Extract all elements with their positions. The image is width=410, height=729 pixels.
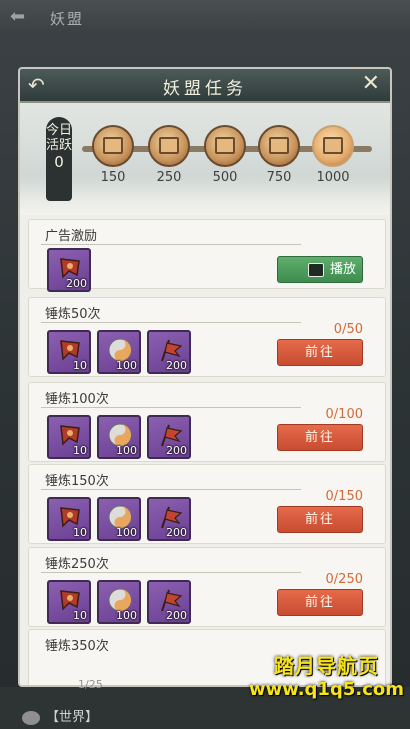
reward-qty: 100	[116, 444, 137, 457]
reward-qty: 200	[166, 444, 187, 457]
task-card: 锤炼50次 0/50 10 100 200 前往	[28, 297, 386, 377]
milestone-label: 250	[156, 170, 182, 185]
milestone-label: 1000	[316, 170, 350, 185]
task-name: 锤炼50次	[45, 307, 101, 322]
dialog-header: ↶ 妖盟任务 ✕	[20, 69, 390, 103]
task-name: 广告激励	[45, 229, 98, 244]
play-button-label: 播放	[330, 262, 357, 277]
reward-qty: 100	[116, 526, 137, 539]
reward-qty: 200	[166, 359, 187, 372]
reward-qty: 10	[73, 526, 87, 539]
reward-item[interactable]: 200	[147, 415, 191, 459]
go-button[interactable]: 前往	[277, 589, 363, 616]
reward-item[interactable]: 200	[147, 330, 191, 374]
go-button[interactable]: 前往	[277, 339, 363, 366]
task-name: 锤炼250次	[45, 557, 109, 572]
go-button[interactable]: 前往	[277, 424, 363, 451]
task-card: 锤炼150次 0/150 10 100 200 前往	[28, 464, 386, 544]
task-name: 锤炼150次	[45, 474, 109, 489]
reward-chest-icon[interactable]	[92, 125, 134, 167]
play-ad-button[interactable]: 播放	[277, 256, 363, 283]
top-bar: ⬅ 妖盟	[0, 0, 410, 34]
activity-label-2: 活跃	[46, 138, 73, 153]
reward-qty: 100	[116, 609, 137, 622]
back-arrow-icon[interactable]: ⬅	[10, 6, 32, 28]
task-card: 锤炼100次 0/100 10 100 200 前往	[28, 382, 386, 462]
reward-item[interactable]: 10	[47, 415, 91, 459]
top-bar-title: 妖盟	[50, 10, 85, 28]
reward-item[interactable]: 100	[97, 580, 141, 624]
reward-item[interactable]: 200	[147, 497, 191, 541]
video-icon	[308, 263, 324, 277]
reward-qty: 100	[116, 359, 137, 372]
chat-bar[interactable]: 【世界】	[22, 706, 98, 725]
milestone-label: 500	[212, 170, 238, 185]
reward-qty: 10	[73, 609, 87, 622]
activity-panel: 今日 活跃 0 150 250 500 750 1000	[20, 103, 390, 215]
reward-item[interactable]: 10	[47, 497, 91, 541]
divider	[41, 244, 301, 245]
task-progress: 0/250	[325, 572, 363, 587]
task-progress: 0/100	[325, 407, 363, 422]
task-name: 锤炼350次	[45, 639, 109, 654]
page-indicator: 1/25	[78, 678, 103, 691]
task-progress: 0/150	[325, 489, 363, 504]
reward-chest-icon[interactable]	[148, 125, 190, 167]
reward-chest-icon[interactable]	[204, 125, 246, 167]
reward-qty: 10	[73, 444, 87, 457]
watermark-line-1: 踏月导航页	[273, 654, 379, 678]
reward-item[interactable]: 100	[97, 415, 141, 459]
ad-task-card: 广告激励 200 播放	[28, 219, 386, 292]
reward-chest-icon[interactable]	[312, 125, 354, 167]
reward-item[interactable]: 10	[47, 330, 91, 374]
divider	[41, 572, 301, 573]
reward-item[interactable]: 100	[97, 497, 141, 541]
chat-channel-label: 【世界】	[46, 710, 99, 725]
watermark-line-2: www.q1q5.com	[248, 679, 404, 700]
reward-qty: 10	[73, 359, 87, 372]
activity-value: 0	[54, 153, 64, 171]
activity-label-1: 今日	[46, 123, 73, 138]
divider	[41, 322, 301, 323]
daily-activity-tag: 今日 活跃 0	[46, 117, 72, 201]
watermark: 踏月导航页 www.q1q5.com	[249, 650, 404, 700]
milestone-label: 750	[266, 170, 292, 185]
reward-qty: 200	[166, 609, 187, 622]
reward-qty: 200	[166, 526, 187, 539]
task-dialog: ↶ 妖盟任务 ✕ 今日 活跃 0 150 250 500 750 1000 广告…	[18, 67, 392, 687]
reward-chest-icon[interactable]	[258, 125, 300, 167]
task-card: 锤炼250次 0/250 10 100 200 前往	[28, 547, 386, 627]
dialog-title: 妖盟任务	[163, 79, 247, 99]
task-progress: 0/50	[333, 322, 363, 337]
task-name: 锤炼100次	[45, 392, 109, 407]
milestone-label: 150	[100, 170, 126, 185]
reward-qty: 200	[66, 277, 87, 290]
divider	[41, 407, 301, 408]
close-icon[interactable]: ✕	[362, 71, 380, 96]
chat-icon	[22, 710, 40, 725]
divider	[41, 489, 301, 490]
reward-item[interactable]: 200	[147, 580, 191, 624]
go-button[interactable]: 前往	[277, 506, 363, 533]
reward-item[interactable]: 100	[97, 330, 141, 374]
reward-item[interactable]: 200	[47, 248, 91, 292]
reward-item[interactable]: 10	[47, 580, 91, 624]
